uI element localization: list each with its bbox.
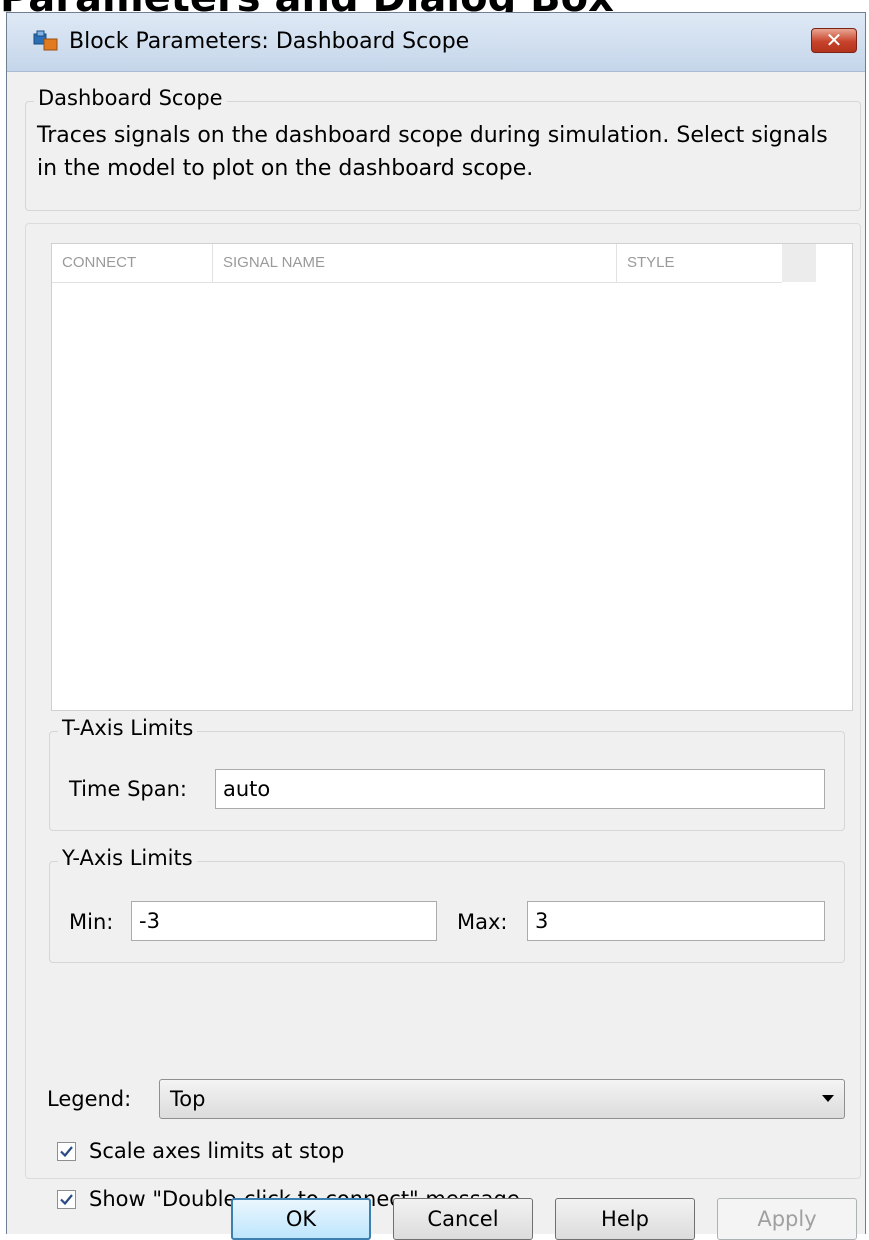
checkmark-icon: [60, 1194, 73, 1206]
close-icon: ✕: [825, 28, 843, 52]
window-title: Block Parameters: Dashboard Scope: [69, 29, 470, 54]
title-bar[interactable]: Block Parameters: Dashboard Scope ✕: [7, 13, 865, 72]
legend-selected-value: Top: [170, 1087, 206, 1111]
t-axis-group-title: T-Axis Limits: [58, 716, 198, 740]
y-min-field[interactable]: -3: [131, 901, 437, 941]
scale-axes-checkbox[interactable]: [57, 1142, 76, 1161]
description-group-title: Dashboard Scope: [34, 86, 227, 110]
legend-label: Legend:: [47, 1087, 132, 1111]
scale-axes-label: Scale axes limits at stop: [89, 1139, 345, 1163]
close-button[interactable]: ✕: [811, 28, 857, 53]
signal-table[interactable]: CONNECT SIGNAL NAME STYLE: [51, 243, 853, 711]
min-label: Min:: [69, 910, 114, 934]
time-span-label: Time Span:: [69, 777, 187, 801]
time-span-field[interactable]: auto: [215, 769, 825, 809]
legend-select[interactable]: Top: [159, 1079, 845, 1119]
column-header-connect[interactable]: CONNECT: [62, 244, 136, 282]
block-description: Traces signals on the dashboard scope du…: [37, 123, 828, 181]
column-header-signal-name[interactable]: SIGNAL NAME: [212, 244, 325, 282]
max-label: Max:: [457, 910, 508, 934]
block-parameters-dialog: Block Parameters: Dashboard Scope ✕ Dash…: [6, 12, 866, 1240]
table-header-corner: [782, 244, 816, 282]
y-axis-group-title: Y-Axis Limits: [58, 846, 197, 870]
checkmark-icon: [60, 1146, 73, 1158]
show-message-checkbox[interactable]: [57, 1190, 76, 1209]
chevron-down-icon: [822, 1095, 834, 1102]
y-max-field[interactable]: 3: [527, 901, 825, 941]
simulink-block-icon: [33, 30, 59, 52]
column-header-style[interactable]: STYLE: [616, 244, 675, 282]
signal-table-header: CONNECT SIGNAL NAME STYLE: [52, 244, 782, 283]
